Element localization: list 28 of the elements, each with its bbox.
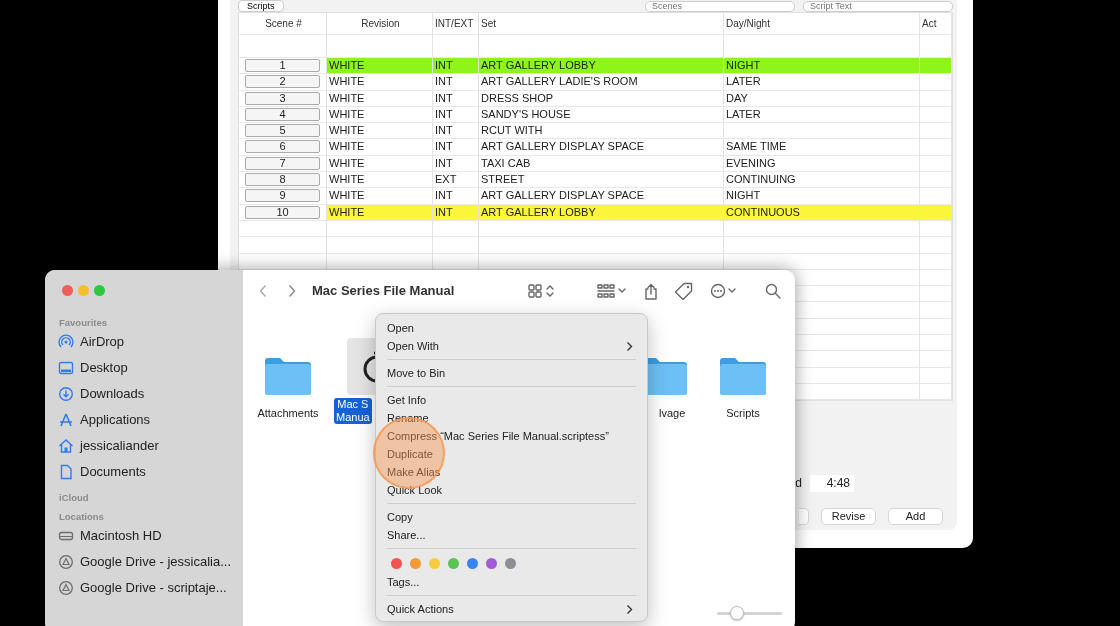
table-cell: INT: [433, 123, 479, 140]
table-cell: WHITE: [327, 74, 433, 91]
table-cell: RCUT WITH: [479, 123, 724, 140]
section-heading: iCloud: [59, 491, 90, 504]
section-heading: Locations: [59, 510, 105, 523]
table-cell: INT: [433, 188, 479, 205]
table-cell: WHITE: [327, 172, 433, 189]
table-cell: STREET: [479, 172, 724, 189]
table-cell: WHITE: [327, 123, 433, 140]
table-cell: LATER: [724, 74, 920, 91]
table-cell: SAME TIME: [724, 139, 920, 156]
table-cell: INT: [433, 74, 479, 91]
table-cell: ART GALLERY LADIE'S ROOM: [479, 74, 724, 91]
table-cell: INT: [433, 139, 479, 156]
table-cell: NIGHT: [724, 58, 920, 75]
table-cell: ART GALLERY DISPLAY SPACE: [479, 188, 724, 205]
table-cell: NIGHT: [724, 188, 920, 205]
folder-title: Mac Series File Manual: [312, 282, 455, 301]
section-heading: Favourites: [59, 316, 109, 329]
table-cell: EXT: [433, 172, 479, 189]
table-cell: ART GALLERY DISPLAY SPACE: [479, 139, 724, 156]
table-cell: WHITE: [327, 58, 433, 75]
table-cell: CONTINUING: [724, 172, 920, 189]
table-cell: WHITE: [327, 188, 433, 205]
table-cell: INT: [433, 58, 479, 75]
table-cell: WHITE: [327, 139, 433, 156]
table-cell: ART GALLERY LOBBY: [479, 58, 724, 75]
time-label: d: [795, 475, 802, 493]
